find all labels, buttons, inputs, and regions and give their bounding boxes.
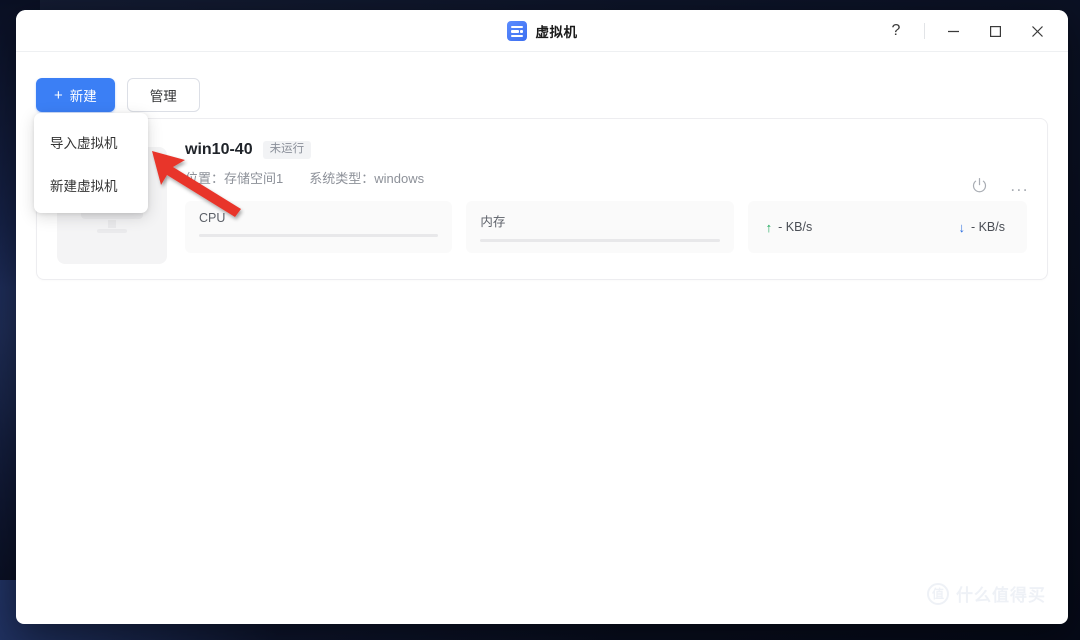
title-group: 虚拟机 bbox=[506, 20, 578, 41]
new-button-label: 新建 bbox=[69, 89, 97, 104]
memory-stat: 内存 bbox=[466, 201, 734, 253]
title-bar: 虚拟机 ? bbox=[16, 10, 1068, 52]
arrow-up-icon: ↑ bbox=[765, 219, 773, 235]
network-upload-value: - KB/s bbox=[778, 220, 813, 234]
menu-item-import-vm[interactable]: 导入虚拟机 bbox=[34, 120, 148, 163]
app-list-icon bbox=[506, 20, 527, 41]
plus-icon: + bbox=[54, 86, 63, 104]
watermark-logo: 值 bbox=[927, 582, 949, 605]
new-dropdown-menu: 导入虚拟机 新建虚拟机 bbox=[34, 113, 148, 213]
toolbar: + 新建 管理 bbox=[16, 52, 1068, 118]
manage-button[interactable]: 管理 bbox=[126, 78, 200, 112]
app-window: 虚拟机 ? + 新建 管理 win10-40 未运行 位置：存储空间1 系统类型… bbox=[16, 10, 1068, 624]
more-options-icon[interactable]: ... bbox=[1010, 177, 1029, 194]
cpu-progress-bar bbox=[199, 234, 439, 237]
vm-actions: ... bbox=[971, 177, 1029, 194]
vm-location-value: 存储空间1 bbox=[224, 171, 284, 186]
power-icon[interactable] bbox=[971, 177, 988, 194]
arrow-down-icon: ↓ bbox=[958, 219, 965, 235]
menu-item-new-vm-label: 新建虚拟机 bbox=[50, 178, 118, 194]
vm-system-value: windows bbox=[374, 171, 425, 186]
close-icon[interactable] bbox=[1016, 10, 1058, 52]
vm-meta: 位置：存储空间1 系统类型：windows bbox=[185, 168, 1027, 187]
new-button[interactable]: + 新建 bbox=[36, 78, 115, 112]
vm-location: 位置：存储空间1 bbox=[185, 168, 283, 187]
status-badge: 未运行 bbox=[262, 141, 312, 159]
cpu-label: CPU bbox=[199, 211, 226, 225]
watermark-text: 什么值得买 bbox=[956, 586, 1046, 605]
memory-progress-bar bbox=[480, 239, 720, 242]
window-title: 虚拟机 bbox=[535, 24, 578, 40]
menu-item-new-vm[interactable]: 新建虚拟机 bbox=[34, 163, 148, 206]
minimize-icon[interactable] bbox=[932, 10, 974, 52]
vm-details: win10-40 未运行 位置：存储空间1 系统类型：windows CPU 内… bbox=[185, 137, 1027, 261]
vm-location-label: 位置： bbox=[185, 171, 225, 186]
network-stat: ↑ - KB/s ↓ - KB/s bbox=[747, 201, 1027, 253]
network-download-value: - KB/s bbox=[970, 220, 1005, 234]
window-controls: ? bbox=[875, 10, 1068, 52]
vm-stats: CPU 内存 ↑ - KB/s ↓ - KB/s bbox=[185, 201, 1027, 253]
cpu-stat: CPU bbox=[185, 201, 453, 253]
vm-header: win10-40 未运行 bbox=[185, 141, 1027, 159]
vm-system-label: 系统类型： bbox=[309, 171, 375, 186]
network-upload: ↑ - KB/s bbox=[766, 220, 813, 234]
maximize-icon[interactable] bbox=[974, 10, 1016, 52]
vm-name: win10-40 bbox=[185, 141, 253, 158]
network-download: ↓ - KB/s bbox=[958, 220, 1005, 234]
controls-divider bbox=[924, 23, 925, 39]
memory-label: 内存 bbox=[480, 215, 506, 229]
menu-item-import-vm-label: 导入虚拟机 bbox=[50, 135, 118, 151]
manage-button-label: 管理 bbox=[149, 89, 177, 104]
vm-system: 系统类型：windows bbox=[309, 168, 424, 187]
watermark: 值 什么值得买 bbox=[927, 581, 1046, 606]
content-area: win10-40 未运行 位置：存储空间1 系统类型：windows CPU 内… bbox=[16, 118, 1068, 280]
vm-card[interactable]: win10-40 未运行 位置：存储空间1 系统类型：windows CPU 内… bbox=[36, 118, 1048, 280]
help-icon[interactable]: ? bbox=[875, 10, 917, 52]
